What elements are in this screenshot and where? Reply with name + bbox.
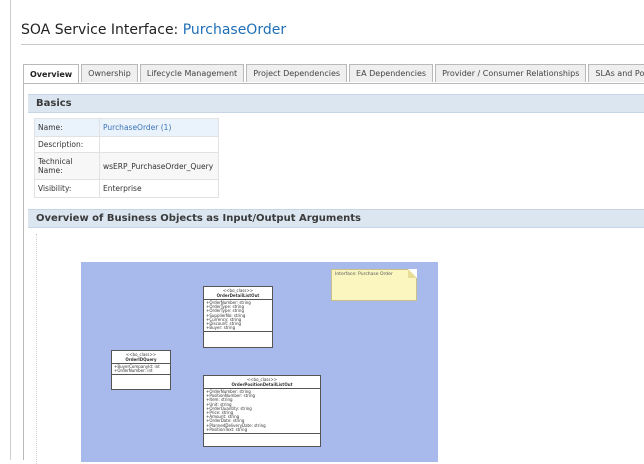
table-row: Description: [34,136,219,153]
class-attribute: +OrderNumber: int [114,368,153,374]
class-header: <<bo_class>> OrderDetailListOut [204,287,272,300]
tab-lifecycle-management[interactable]: Lifecycle Management [139,64,245,82]
class-name: OrderDetailListOut [216,293,260,298]
technical-name-label: Technical Name: [34,152,100,180]
diagram-note: Interface: Purchase Order [331,269,417,301]
uml-diagram: Interface: Purchase Order <<bo_class>> O… [81,262,438,462]
class-attributes: +BuyerCompanyId: int +OrderNumber: int [112,364,170,376]
basics-table: Name: PurchaseOrder (1) Description: Tec… [34,118,219,198]
diagram-frame [36,234,45,464]
description-label: Description: [34,136,100,153]
class-operations [204,434,320,446]
title-divider [21,44,644,45]
class-name: OrderPositionDetailListOut [231,382,293,387]
page-title-object: PurchaseOrder [182,22,287,38]
table-row: Name: PurchaseOrder (1) [34,118,219,137]
tab-slas-and-policies[interactable]: SLAs and Policies [588,64,644,82]
class-operations [112,375,170,389]
main-panel: SOA Service Interface: PurchaseOrder Ove… [10,0,644,464]
page-title-prefix: SOA Service Interface: [21,22,179,38]
class-box-order-id-query[interactable]: <<bo_class>> OrderIDQuery +BuyerCompanyI… [111,350,171,391]
diagram-note-text: Interface: Purchase Order [335,272,393,277]
basics-header[interactable]: Basics [28,94,644,113]
technical-name-value: wsERP_PurchaseOrder_Query [99,152,219,180]
tab-ownership[interactable]: Ownership [81,64,138,82]
table-row: Visibility: Enterprise [34,179,219,198]
class-header: <<bo_class>> OrderIDQuery [112,351,170,364]
class-box-order-detail-list-out[interactable]: <<bo_class>> OrderDetailListOut +OrderNu… [203,286,273,349]
table-row: Technical Name: wsERP_PurchaseOrder_Quer… [34,152,219,180]
tab-ea-dependencies[interactable]: EA Dependencies [349,64,434,82]
tab-content: Basics Name: PurchaseOrder (1) Descripti… [23,83,644,464]
class-header: <<bo_class>> OrderPositionDetailListOut [204,376,320,389]
name-link[interactable]: PurchaseOrder (1) [99,118,219,137]
class-attribute: +Buyer: string [206,325,236,331]
class-box-order-position-detail-list-out[interactable]: <<bo_class>> OrderPositionDetailListOut … [203,375,321,448]
class-attribute: +PositionText: string [206,426,248,432]
page-title: SOA Service Interface: PurchaseOrder [21,22,286,38]
tab-project-dependencies[interactable]: Project Dependencies [246,64,348,82]
visibility-label: Visibility: [34,179,100,198]
name-label: Name: [34,118,100,137]
tab-overview[interactable]: Overview [23,64,80,83]
visibility-value: Enterprise [99,179,219,198]
description-value [99,136,219,153]
class-attributes: +OrderNumber: string +PositionNumber: st… [204,389,320,435]
tab-provider-consumer-relationships[interactable]: Provider / Consumer Relationships [435,64,587,82]
class-name: OrderIDQuery [125,357,157,362]
tab-bar: Overview Ownership Lifecycle Management … [23,64,644,83]
class-operations [204,332,272,347]
overview-header[interactable]: Overview of Business Objects as Input/Ou… [28,209,644,228]
class-attributes: +OrderNumber: string +OrderType: string … [204,300,272,333]
